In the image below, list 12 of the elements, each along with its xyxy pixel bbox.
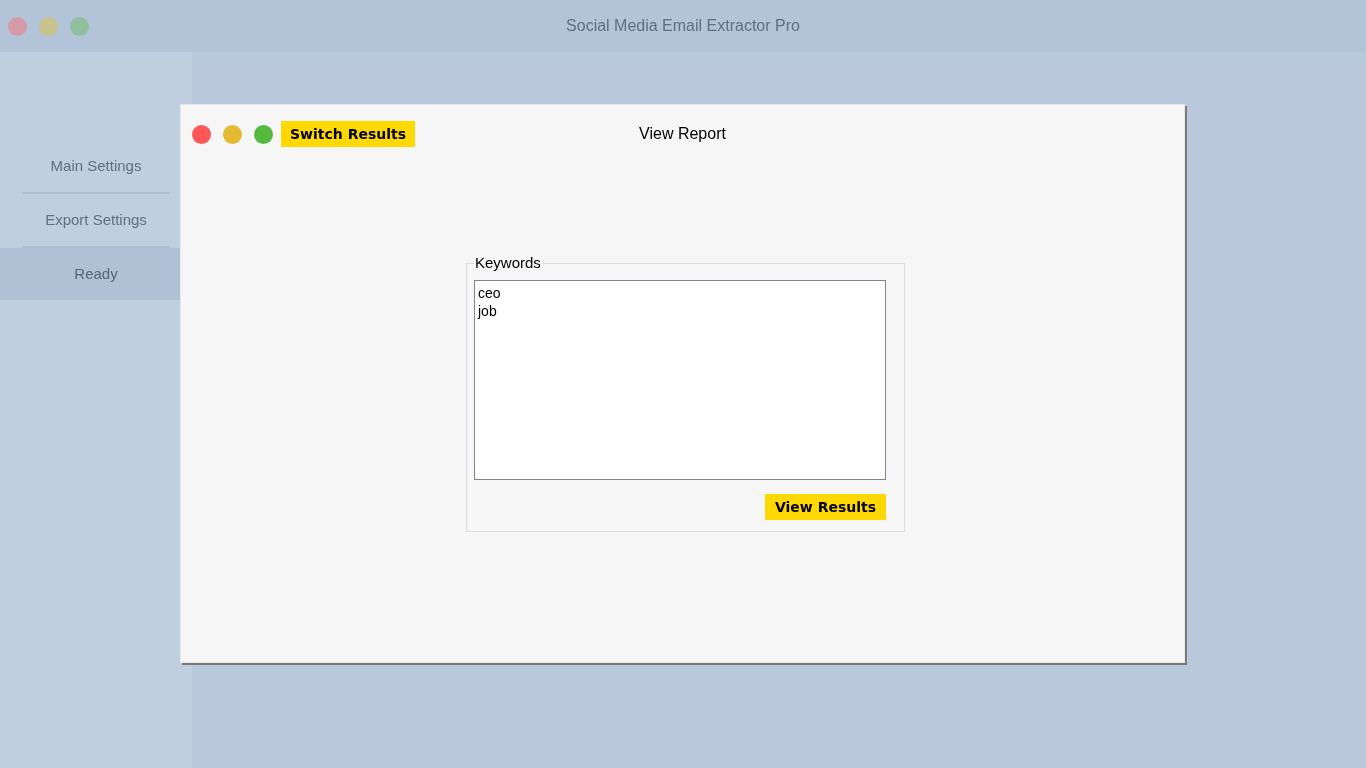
close-icon[interactable] xyxy=(8,16,27,36)
maximize-icon[interactable] xyxy=(254,124,273,144)
view-results-button[interactable]: View Results xyxy=(765,494,886,520)
close-icon[interactable] xyxy=(192,124,211,144)
minimize-icon[interactable] xyxy=(39,16,58,36)
maximize-icon[interactable] xyxy=(70,16,89,36)
dialog-title: View Report xyxy=(639,124,726,144)
keywords-label: Keywords xyxy=(474,253,542,273)
window-title: Social Media Email Extractor Pro xyxy=(566,16,800,36)
minimize-icon[interactable] xyxy=(223,124,242,144)
switch-results-button[interactable]: Switch Results xyxy=(281,121,416,147)
keywords-field[interactable]: ceo job xyxy=(474,279,886,480)
